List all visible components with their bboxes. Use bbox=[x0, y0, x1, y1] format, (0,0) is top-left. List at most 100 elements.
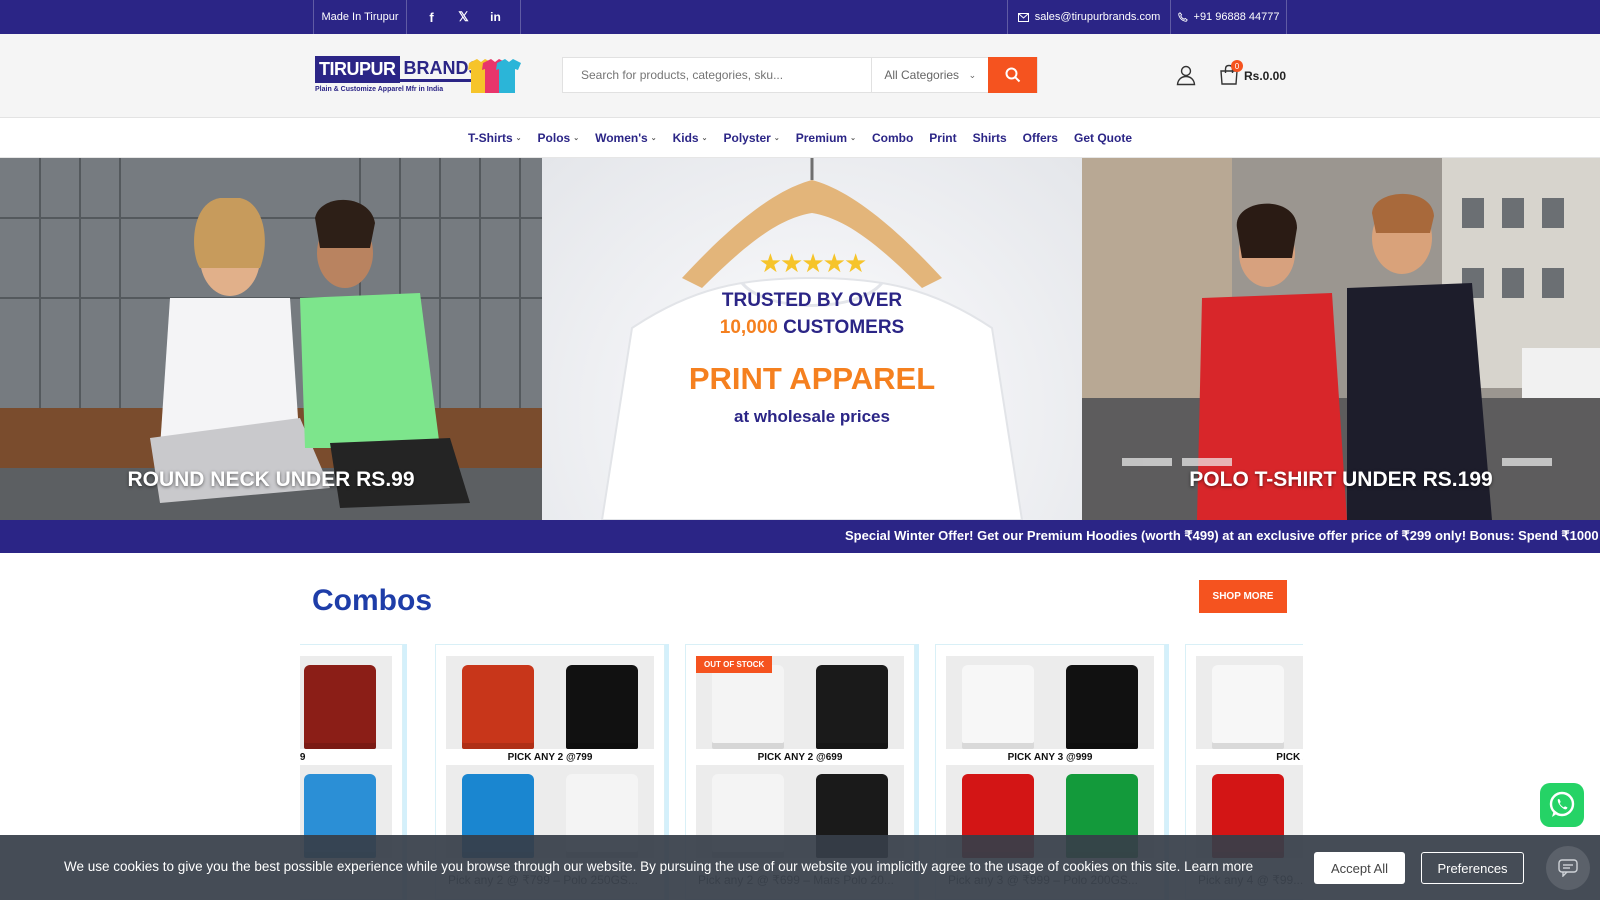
hero-panel-print-apparel[interactable]: ★★★★★ TRUSTED BY OVER 10,000 CUSTOMERS P… bbox=[542, 158, 1082, 520]
search-bar: All Categories ⌄ bbox=[562, 57, 1038, 93]
email-link[interactable]: sales@tirupurbrands.com bbox=[1007, 0, 1170, 34]
nav-item-offers[interactable]: Offers bbox=[1023, 131, 1058, 145]
customers-number: 10,000 bbox=[719, 317, 778, 338]
round-neck-caption: ROUND NECK UNDER RS.99 bbox=[127, 468, 415, 491]
models-photo bbox=[0, 158, 542, 520]
hero-panel-round-neck[interactable]: ROUND NECK UNDER RS.99 bbox=[0, 158, 542, 520]
logo-word-1: TIRUPUR bbox=[315, 56, 400, 83]
email-text: sales@tirupurbrands.com bbox=[1034, 11, 1161, 23]
tshirt-thumbnail bbox=[800, 656, 904, 757]
combo-product-image: 3 @999 bbox=[300, 656, 392, 858]
nav-item-label: Offers bbox=[1022, 130, 1058, 145]
accept-all-button[interactable]: Accept All bbox=[1314, 852, 1405, 884]
print-apparel-heading: PRINT APPAREL bbox=[688, 361, 936, 396]
nav-item-polos[interactable]: Polos ⌄ bbox=[538, 131, 580, 145]
tshirt-icon bbox=[712, 664, 784, 749]
tshirt-thumbnail bbox=[446, 656, 550, 757]
search-button[interactable] bbox=[988, 57, 1037, 93]
site-header: TIRUPUR BRANDS Plain & Customize Apparel… bbox=[0, 34, 1600, 118]
account-button[interactable] bbox=[1175, 64, 1197, 91]
combo-product-image: PICK ANY 2 @799 bbox=[446, 656, 654, 858]
nav-item-label: Premium bbox=[795, 130, 848, 145]
whatsapp-icon bbox=[1549, 791, 1575, 817]
site-logo[interactable]: TIRUPUR BRANDS Plain & Customize Apparel… bbox=[315, 55, 525, 99]
nav-item-label: Shirts bbox=[972, 130, 1007, 145]
nav-item-premium[interactable]: Premium ⌄ bbox=[796, 131, 856, 145]
hero-panel-polo[interactable]: POLO T-SHIRT UNDER RS.199 bbox=[1082, 158, 1600, 520]
user-icon bbox=[1176, 65, 1196, 86]
tshirt-thumbnail bbox=[1300, 656, 1303, 757]
combo-offer-banner: PICK ANY 3 @999 bbox=[946, 749, 1154, 765]
cookie-consent-bar: We use cookies to give you the best poss… bbox=[0, 835, 1600, 900]
tshirt-icon bbox=[816, 664, 888, 749]
tshirt-icon bbox=[566, 664, 638, 749]
rating-stars: ★★★★★ bbox=[758, 248, 868, 278]
polo-caption: POLO T-SHIRT UNDER RS.199 bbox=[1189, 468, 1493, 491]
wholesale-prices-text: at wholesale prices bbox=[734, 407, 890, 426]
offer-marquee[interactable]: Special Winter Offer! Get our Premium Ho… bbox=[0, 520, 1600, 553]
combo-product-image: PICK ANY 2 @699 bbox=[696, 656, 904, 858]
nav-item-label: Polyster bbox=[723, 130, 771, 145]
offer-marquee-text: Special Winter Offer! Get our Premium Ho… bbox=[845, 528, 1599, 543]
category-select-value: All Categories bbox=[884, 68, 960, 82]
nav-item-label: Kids bbox=[672, 130, 699, 145]
nav-item-t-shirts[interactable]: T-Shirts ⌄ bbox=[468, 131, 522, 145]
chevron-down-icon: ⌄ bbox=[773, 134, 780, 142]
combo-product-image: PICK ANY bbox=[1196, 656, 1303, 858]
top-bar: Made In Tirupur f 𝕏 in sales@tirupurbran… bbox=[0, 0, 1600, 34]
chevron-down-icon: ⌄ bbox=[701, 134, 708, 142]
chevron-down-icon: ⌄ bbox=[968, 69, 977, 80]
chevron-down-icon: ⌄ bbox=[650, 134, 657, 142]
linkedin-icon[interactable]: in bbox=[489, 10, 503, 24]
logo-tagline: Plain & Customize Apparel Mfr in India bbox=[315, 86, 444, 93]
nav-item-polyster[interactable]: Polyster ⌄ bbox=[723, 131, 779, 145]
tshirt-icon bbox=[962, 664, 1034, 749]
polo-models-photo bbox=[1082, 158, 1600, 520]
nav-item-kids[interactable]: Kids ⌄ bbox=[673, 131, 708, 145]
nav-item-get-quote[interactable]: Get Quote bbox=[1074, 131, 1132, 145]
tshirt-thumbnail bbox=[1196, 656, 1300, 757]
tshirt-icon bbox=[462, 664, 534, 749]
cart-count-badge: 0 bbox=[1231, 60, 1243, 72]
whatsapp-button[interactable] bbox=[1540, 783, 1584, 827]
main-nav: T-Shirts ⌄ Polos ⌄ Women's ⌄ Kids ⌄ Polyster ⌄ Pre… bbox=[0, 118, 1600, 158]
tshirt-logo-icon bbox=[468, 59, 521, 93]
mail-icon bbox=[1017, 12, 1029, 22]
combo-offer-banner: PICK ANY 2 @799 bbox=[446, 749, 654, 765]
nav-item-label: Combo bbox=[871, 130, 914, 145]
x-icon[interactable]: 𝕏 bbox=[457, 9, 471, 24]
cookie-message: We use cookies to give you the best poss… bbox=[64, 859, 1254, 874]
nav-item-label: Polos bbox=[537, 130, 571, 145]
tshirt-icon bbox=[304, 664, 376, 749]
shop-more-button[interactable]: SHOP MORE bbox=[1199, 580, 1287, 613]
nav-item-combo[interactable]: Combo bbox=[872, 131, 913, 145]
customers-count-text: 10,000 CUSTOMERS bbox=[542, 317, 1082, 339]
nav-item-label: Print bbox=[929, 130, 957, 145]
nav-item-label: T-Shirts bbox=[467, 130, 513, 145]
nav-item-women-s[interactable]: Women's ⌄ bbox=[595, 131, 657, 145]
facebook-icon[interactable]: f bbox=[425, 10, 439, 25]
trusted-by-text: TRUSTED BY OVER bbox=[721, 290, 903, 311]
combo-offer-banner: PICK ANY 2 @699 bbox=[696, 749, 904, 765]
nav-item-label: Get Quote bbox=[1073, 130, 1132, 145]
nav-item-print[interactable]: Print bbox=[929, 131, 956, 145]
tshirt-thumbnail bbox=[1050, 656, 1154, 757]
nav-item-label: Women's bbox=[595, 130, 648, 145]
phone-link[interactable]: +91 96888 44777 bbox=[1170, 0, 1287, 34]
chevron-down-icon: ⌄ bbox=[515, 134, 522, 142]
combo-offer-banner: PICK ANY bbox=[1196, 749, 1303, 765]
search-icon bbox=[1005, 67, 1020, 83]
customers-label: CUSTOMERS bbox=[777, 317, 905, 338]
search-input[interactable] bbox=[563, 58, 872, 92]
phone-text: +91 96888 44777 bbox=[1193, 11, 1280, 23]
preferences-button[interactable]: Preferences bbox=[1421, 852, 1524, 884]
hanger-tshirt-image bbox=[600, 158, 1024, 520]
phone-icon bbox=[1177, 12, 1188, 22]
chat-button[interactable] bbox=[1546, 846, 1590, 890]
chevron-down-icon: ⌄ bbox=[573, 134, 580, 142]
combos-heading: Combos bbox=[312, 584, 432, 617]
tshirt-icon bbox=[1212, 664, 1284, 749]
category-select[interactable]: All Categories ⌄ bbox=[871, 58, 989, 92]
nav-item-shirts[interactable]: Shirts bbox=[973, 131, 1007, 145]
combo-product-image: PICK ANY 3 @999 bbox=[946, 656, 1154, 858]
